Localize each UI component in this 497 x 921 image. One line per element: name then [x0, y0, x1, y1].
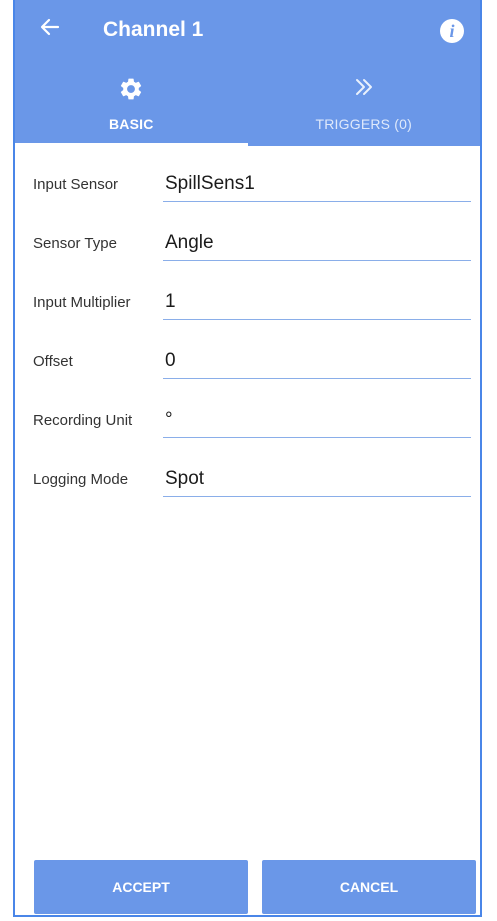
page-title: Channel 1 [103, 18, 204, 41]
arrow-left-icon [40, 18, 60, 36]
sensor-type-field[interactable] [163, 219, 471, 261]
logging-mode-row: Logging Mode [15, 455, 480, 505]
offset-row: Offset [15, 337, 480, 387]
logging-mode-label: Logging Mode [33, 471, 129, 488]
sensor-type-label: Sensor Type [33, 235, 117, 252]
input-sensor-field[interactable] [163, 160, 471, 202]
input-multiplier-field[interactable] [163, 278, 471, 320]
double-chevron-right-icon [351, 74, 377, 107]
channel-settings-screen: Channel 1 i BASIC TRIGGERS (0) Input Sen… [13, 0, 482, 917]
selected-tab-indicator [15, 143, 248, 146]
tab-basic-label: BASIC [108, 116, 154, 132]
recording-unit-field[interactable] [163, 396, 471, 438]
input-multiplier-row: Input Multiplier [15, 278, 480, 328]
recording-unit-row: Recording Unit [15, 396, 480, 446]
info-button[interactable]: i [440, 19, 464, 43]
accept-button[interactable]: ACCEPT [34, 860, 248, 914]
gear-icon [118, 76, 144, 107]
logging-mode-field[interactable] [163, 455, 471, 497]
app-header: Channel 1 i BASIC TRIGGERS (0) [15, 0, 480, 146]
back-button[interactable] [37, 14, 63, 40]
recording-unit-label: Recording Unit [33, 412, 133, 429]
offset-field[interactable] [163, 337, 471, 379]
tab-triggers[interactable]: TRIGGERS (0) [248, 72, 481, 146]
sensor-type-row: Sensor Type [15, 219, 480, 269]
tab-triggers-label: TRIGGERS (0) [315, 116, 413, 132]
offset-label: Offset [33, 353, 73, 370]
input-sensor-label: Input Sensor [33, 176, 119, 193]
tab-basic[interactable]: BASIC [15, 72, 248, 146]
info-icon: i [449, 21, 455, 41]
input-sensor-row: Input Sensor [15, 160, 480, 210]
input-multiplier-label: Input Multiplier [33, 294, 131, 311]
cancel-button[interactable]: CANCEL [262, 860, 476, 914]
